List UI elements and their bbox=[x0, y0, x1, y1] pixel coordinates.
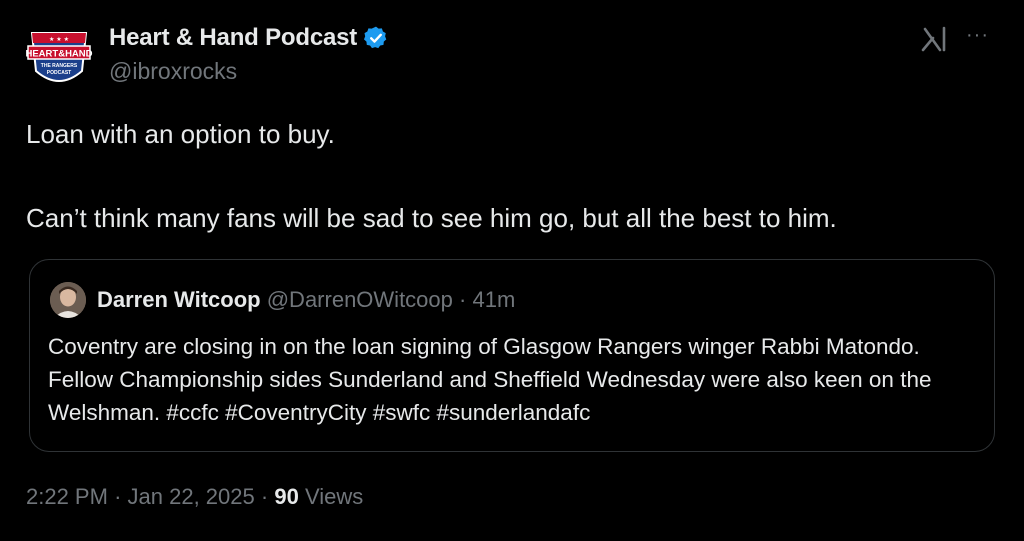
author-display-name[interactable]: Heart & Hand Podcast bbox=[109, 24, 357, 52]
footer-separator-2: · bbox=[260, 484, 269, 509]
quoted-tweet[interactable]: Darren Witcoop @DarrenOWitcoop · 41m Cov… bbox=[29, 259, 995, 452]
tweet-text: Loan with an option to buy. Can’t think … bbox=[26, 118, 986, 234]
quoted-author-name[interactable]: Darren Witcoop bbox=[97, 287, 261, 312]
footer-separator-1: · bbox=[114, 484, 122, 509]
more-options-icon[interactable]: ··· bbox=[966, 25, 989, 45]
person-avatar-icon bbox=[50, 282, 86, 318]
views-count: 90 bbox=[274, 484, 299, 509]
tweet-text-line-1: Loan with an option to buy. bbox=[26, 119, 335, 149]
avatar-subtext-1: THE RANGERS bbox=[41, 63, 78, 69]
author-handle[interactable]: @ibroxrocks bbox=[109, 58, 237, 85]
grok-icon[interactable] bbox=[920, 26, 950, 52]
tweet-time[interactable]: 2:22 PM bbox=[26, 484, 108, 509]
avatar-stars: ★ ★ ★ bbox=[49, 36, 69, 43]
quoted-tweet-header: Darren Witcoop @DarrenOWitcoop · 41m bbox=[97, 287, 515, 313]
author-avatar[interactable]: HEART&HAND THE RANGERS PODCAST ★ ★ ★ bbox=[22, 19, 96, 93]
tweet-date[interactable]: Jan 22, 2025 bbox=[128, 484, 255, 509]
quoted-tweet-text: Coventry are closing in on the loan sign… bbox=[48, 334, 932, 425]
avatar-subtext-2: PODCAST bbox=[47, 70, 71, 76]
quoted-author-avatar[interactable] bbox=[50, 282, 86, 318]
avatar-logo-icon: HEART&HAND THE RANGERS PODCAST ★ ★ ★ bbox=[22, 19, 96, 93]
quoted-tweet-time[interactable]: 41m bbox=[472, 287, 515, 312]
tweet-footer: 2:22 PM · Jan 22, 2025 · 90 Views bbox=[26, 484, 363, 510]
author-name-row: Heart & Hand Podcast bbox=[109, 24, 389, 52]
quoted-header-separator: · bbox=[459, 287, 467, 312]
avatar-brand-text: HEART&HAND bbox=[25, 49, 92, 60]
verified-badge-icon bbox=[364, 26, 387, 49]
tweet-text-line-2: Can’t think many fans will be sad to see… bbox=[26, 203, 837, 233]
tweet-card: HEART&HAND THE RANGERS PODCAST ★ ★ ★ Hea… bbox=[0, 0, 1024, 541]
views-label: Views bbox=[304, 484, 364, 509]
quoted-author-handle[interactable]: @DarrenOWitcoop bbox=[267, 287, 453, 312]
